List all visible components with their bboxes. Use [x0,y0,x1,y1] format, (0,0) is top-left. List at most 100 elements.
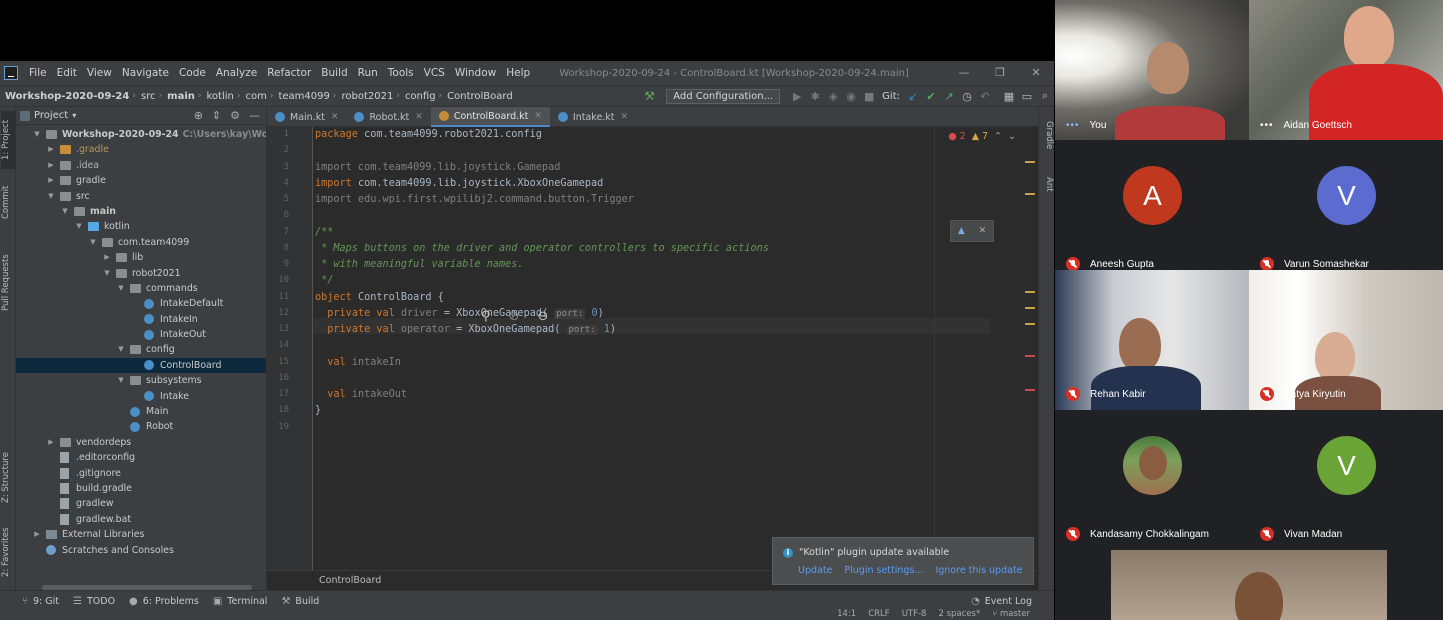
file-encoding[interactable]: UTF-8 [902,609,927,619]
editor-tab[interactable]: Intake.kt ✕ [550,107,636,127]
chevron-down-icon[interactable]: ▼ [74,219,84,234]
error-marker[interactable] [1025,355,1035,357]
tab-ant[interactable]: Ant [1040,177,1054,192]
warning-marker[interactable] [1025,323,1035,325]
menu-code[interactable]: Code [174,67,211,79]
chevron-right-icon[interactable]: ▶ [46,435,56,450]
tree-item[interactable]: Robot [16,419,266,434]
tree-item[interactable]: ▼ robot2021 [16,266,266,281]
tree-item[interactable]: IntakeIn [16,312,266,327]
code-line[interactable]: object ControlBoard { [315,292,444,303]
participant-tile-rehan[interactable]: Rehan Kabir [1055,270,1249,410]
tool-todo[interactable]: ☰ TODO [73,596,115,607]
git-branch[interactable]: ⑂ master [992,609,1030,619]
tree-item[interactable]: ▶ External Libraries [16,527,266,542]
tree-item[interactable]: ▼ main [16,204,266,219]
tab-project[interactable]: 1: Project [1,111,15,169]
chevron-down-icon[interactable]: ▼ [88,235,98,250]
gradle-reload-popup[interactable]: ▲ ✕ [950,220,994,242]
breadcrumb-item[interactable]: com [240,91,269,102]
menu-navigate[interactable]: Navigate [117,67,174,79]
tree-item[interactable]: gradlew.bat [16,512,266,527]
breadcrumb-item[interactable]: ControlBoard [442,91,516,102]
tree-item[interactable]: .editorconfig [16,450,266,465]
tree-item[interactable]: IntakeOut [16,327,266,342]
warning-marker[interactable] [1025,291,1035,293]
add-configuration-button[interactable]: Add Configuration... [666,88,781,104]
tab-gradle[interactable]: Gradle [1040,121,1054,149]
gradle-elephant-icon[interactable]: ▲ [958,226,965,236]
code-line[interactable]: import com.team4099.lib.joystick.Gamepad [315,162,560,173]
hide-icon[interactable]: — [249,109,260,122]
chevron-right-icon[interactable]: ▶ [102,250,112,265]
menu-run[interactable]: Run [353,67,383,79]
menu-file[interactable]: File [24,67,52,79]
chevron-down-icon[interactable]: ▼ [116,342,126,357]
tool-terminal[interactable]: ▣ Terminal [213,596,268,607]
breadcrumb-item[interactable]: kotlin [202,91,237,102]
close-tab-icon[interactable]: ✕ [534,111,542,121]
tree-item[interactable]: ▼ Workshop-2020-09-24C:\Users\kay\Worksho… [16,127,266,142]
minimize-icon[interactable]: — [946,61,982,85]
warning-marker[interactable] [1025,193,1035,195]
tab-structure[interactable]: Z: Structure [1,447,15,509]
tree-item[interactable]: ▼ src [16,189,266,204]
menu-analyze[interactable]: Analyze [211,67,262,79]
tree-item[interactable]: gradlew [16,496,266,511]
tree-item[interactable]: Main [16,404,266,419]
minimize-circle-icon[interactable]: ⊖ [537,309,548,324]
participant-tile-varun[interactable]: V Varun Somashekar [1249,140,1443,280]
tree-item[interactable]: ▶ .idea [16,158,266,173]
breadcrumb-item[interactable]: robot2021 [336,91,396,102]
stop-icon[interactable]: ■ [860,90,878,103]
participant-tile-aneesh[interactable]: A Aneesh Gupta [1055,140,1249,280]
close-tab-icon[interactable]: ✕ [331,112,339,122]
coverage-icon[interactable]: ◈ [824,90,842,103]
tree-item[interactable]: Scratches and Consoles [16,543,266,558]
tool-event-log[interactable]: ◔ Event Log [971,596,1032,607]
caret-position[interactable]: 14:1 [837,609,856,619]
code-line[interactable]: val intakeOut [315,389,407,400]
chevron-down-icon[interactable]: ▼ [60,204,70,219]
menu-view[interactable]: View [82,67,117,79]
participant-tile-katya[interactable]: Katya Kiryutin [1249,270,1443,410]
code-line[interactable]: val intakeIn [315,357,401,368]
participant-tile-aidan[interactable]: ••• Aidan Goettsch [1249,0,1443,140]
chevron-right-icon[interactable]: ▶ [46,173,56,188]
git-update-icon[interactable]: ↙ [904,90,922,103]
chevron-down-icon[interactable]: ▼ [116,281,126,296]
git-rollback-icon[interactable]: ↶ [976,90,994,103]
editor-tab[interactable]: ControlBoard.kt ✕ [430,107,550,127]
plugin-settings-link[interactable]: Plugin settings... [844,565,923,576]
update-link[interactable]: Update [798,565,832,576]
chevron-right-icon[interactable]: ▶ [32,527,42,542]
git-push-icon[interactable]: ↗ [940,90,958,103]
menu-edit[interactable]: Edit [52,67,82,79]
close-tab-icon[interactable]: ✕ [621,112,629,122]
chevron-down-icon[interactable]: ▼ [32,127,42,142]
tab-pull-requests[interactable]: Pull Requests [1,247,15,319]
tree-item[interactable]: IntakeDefault [16,296,266,311]
tab-commit[interactable]: Commit [1,177,15,227]
tool-git[interactable]: ⑂ 9: Git [22,596,59,607]
code-line[interactable]: private val driver = XboxOneGamepad( por… [315,308,604,319]
breadcrumb-item[interactable]: team4099 [273,91,332,102]
collapse-icon[interactable]: ⇕ [212,109,221,122]
close-tab-icon[interactable]: ✕ [415,112,423,122]
error-marker[interactable] [1025,389,1035,391]
participant-tile-kandasamy[interactable]: Kandasamy Chokkalingam [1055,410,1249,550]
tree-item[interactable]: build.gradle [16,481,266,496]
warning-marker[interactable] [1025,161,1035,163]
indent-setting[interactable]: 2 spaces* [938,609,980,619]
tree-item[interactable]: ▼ subsystems [16,373,266,388]
participant-tile-vivan[interactable]: V Vivan Madan [1249,410,1443,550]
code-line[interactable]: */ [315,275,333,286]
code-line[interactable]: private val operator = XboxOneGamepad( p… [315,324,616,335]
menu-build[interactable]: Build [316,67,352,79]
code-line[interactable]: * with meaningful variable names. [315,259,523,270]
code-line[interactable]: } [315,405,321,416]
editor-tab[interactable]: Robot.kt ✕ [346,107,430,127]
tree-item[interactable]: ControlBoard [16,357,266,374]
tab-favorites[interactable]: 2: Favorites [1,521,15,583]
chevron-down-icon[interactable]: ▼ [116,373,126,388]
